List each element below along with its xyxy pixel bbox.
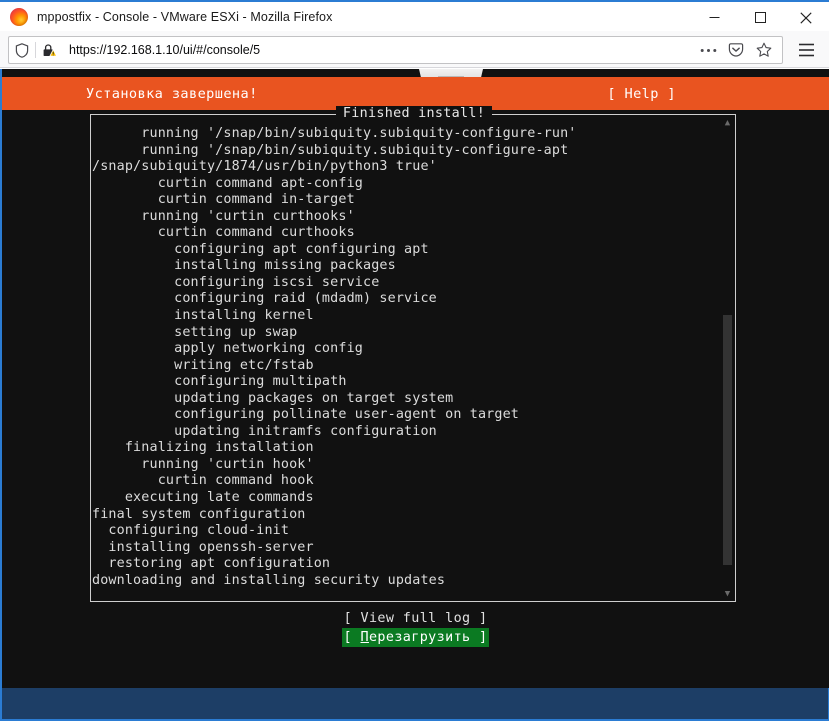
- log-line: apply networking config: [92, 341, 363, 357]
- log-line: configuring raid (mdadm) service: [92, 291, 437, 307]
- log-line: curtin command in-target: [92, 192, 355, 208]
- star-icon[interactable]: [750, 37, 778, 63]
- view-full-log-button[interactable]: [ View full log ]: [342, 609, 490, 628]
- reboot-bracket-close: ]: [470, 630, 488, 645]
- window-titlebar: mppostfix - Console - VMware ESXi - Mozi…: [0, 0, 829, 31]
- log-line: configuring iscsi service: [92, 274, 380, 290]
- window-title: mppostfix - Console - VMware ESXi - Mozi…: [37, 9, 333, 24]
- log-line: curtin command apt-config: [92, 175, 363, 191]
- installer-terminal: Finished install! running '/snap/bin/sub…: [2, 106, 829, 721]
- view-full-log-line: [ View full log ]: [2, 609, 829, 628]
- firefox-logo-icon: [10, 7, 28, 26]
- log-line: installing openssh-server: [92, 539, 314, 555]
- log-line: /snap/subiquity/1874/usr/bin/python3 tru…: [92, 159, 437, 175]
- close-icon[interactable]: [783, 2, 829, 33]
- log-line: final system configuration: [92, 506, 306, 522]
- log-line: configuring multipath: [92, 374, 347, 390]
- installer-header-title: Установка завершена!: [86, 85, 258, 102]
- install-log-title: Finished install!: [91, 106, 737, 123]
- install-log-frame: Finished install! running '/snap/bin/sub…: [90, 106, 736, 602]
- log-line: installing kernel: [92, 308, 314, 324]
- url-text[interactable]: https://192.168.1.10/ui/#/console/5: [69, 43, 694, 57]
- urlbar-actions: [694, 37, 782, 63]
- esxi-console-viewport: Установка завершена! [ Help ] Finished i…: [0, 69, 829, 721]
- reboot-bracket-open: [: [343, 630, 361, 645]
- pocket-icon[interactable]: [722, 37, 750, 63]
- scrollbar-thumb[interactable]: [723, 315, 732, 565]
- log-line: curtin command hook: [92, 473, 314, 489]
- log-line: running 'curtin hook': [92, 456, 314, 472]
- help-button[interactable]: [ Help ]: [607, 86, 676, 102]
- log-line: configuring cloud-init: [92, 523, 290, 539]
- maximize-icon[interactable]: [737, 2, 783, 33]
- scroll-up-arrow-icon[interactable]: ▲: [723, 119, 732, 128]
- log-line: downloading and installing security upda…: [92, 572, 446, 588]
- log-line: writing etc/fstab: [92, 357, 314, 373]
- scroll-down-arrow-icon[interactable]: ▼: [723, 590, 732, 599]
- log-line: configuring apt configuring apt: [92, 241, 429, 257]
- install-log-title-text: Finished install!: [335, 106, 493, 121]
- address-bar[interactable]: https://192.168.1.10/ui/#/console/5: [8, 36, 783, 64]
- window-controls: [691, 2, 829, 33]
- hamburger-menu-icon[interactable]: [793, 38, 819, 62]
- log-line: running '/snap/bin/subiquity.subiquity-c…: [92, 142, 569, 158]
- log-line: finalizing installation: [92, 440, 314, 456]
- install-log-lines: running '/snap/bin/subiquity.subiquity-c…: [92, 126, 716, 589]
- log-line: running '/snap/bin/subiquity.subiquity-c…: [92, 126, 577, 141]
- install-log-scrollbar[interactable]: ▲ ▼: [721, 117, 733, 601]
- reboot-accelerator: П: [360, 630, 369, 645]
- log-line: setting up swap: [92, 324, 298, 340]
- log-line: configuring pollinate user-agent on targ…: [92, 407, 520, 423]
- installer-buttons: [ View full log ] [ Перезагрузить ]: [2, 609, 829, 647]
- reboot-label: ерезагрузить: [368, 630, 471, 645]
- shield-icon[interactable]: [9, 37, 35, 63]
- log-line: running 'curtin curthooks': [92, 208, 355, 224]
- log-line: restoring apt configuration: [92, 556, 331, 572]
- ellipsis-icon[interactable]: [694, 37, 722, 63]
- browser-window: mppostfix - Console - VMware ESXi - Mozi…: [0, 0, 829, 721]
- log-line: executing late commands: [92, 490, 314, 506]
- desktop-bottom-bar: [0, 688, 829, 721]
- log-line: updating initramfs configuration: [92, 423, 437, 439]
- reboot-line: [ Перезагрузить ]: [2, 628, 829, 647]
- minimize-icon[interactable]: [691, 2, 737, 33]
- lock-warning-icon[interactable]: [36, 37, 62, 63]
- reboot-button[interactable]: [ Перезагрузить ]: [341, 628, 490, 647]
- url-value: https://192.168.1.10/ui/#/console/5: [69, 43, 261, 57]
- log-line: installing missing packages: [92, 258, 396, 274]
- log-line: curtin command curthooks: [92, 225, 355, 241]
- log-line: updating packages on target system: [92, 390, 454, 406]
